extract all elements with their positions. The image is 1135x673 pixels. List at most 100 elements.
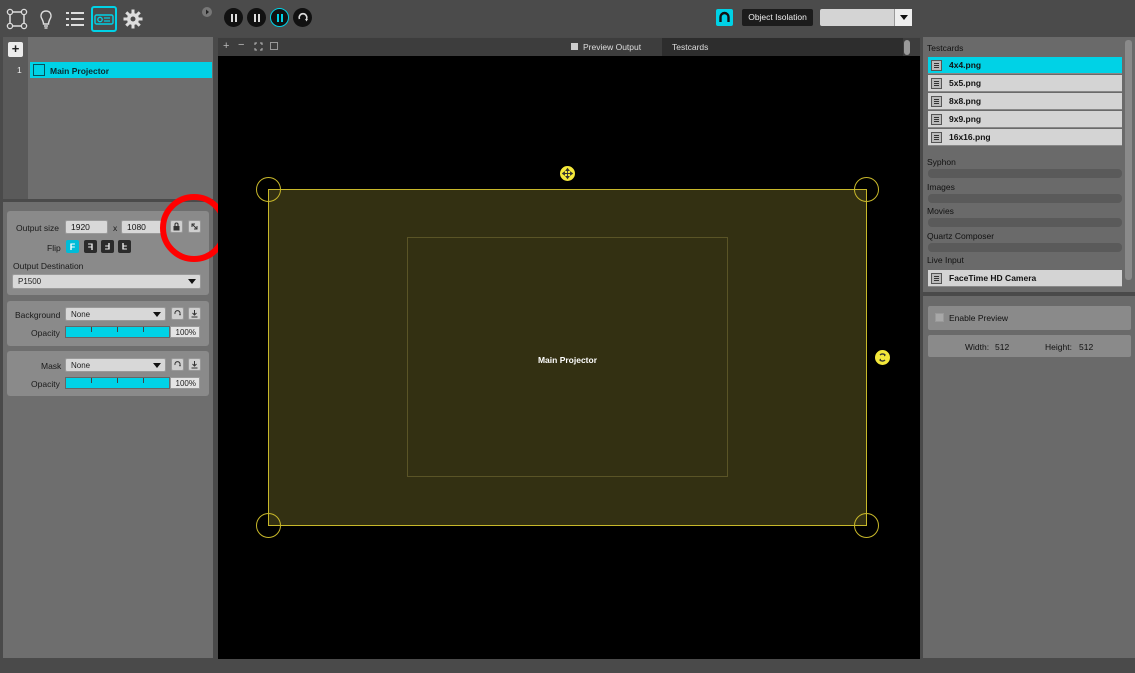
camera-source-icon xyxy=(931,273,942,284)
preview-width-value[interactable]: 512 xyxy=(995,342,1009,352)
syphon-empty-list xyxy=(928,169,1122,178)
pause-icon-active[interactable] xyxy=(270,8,289,27)
isolation-select[interactable] xyxy=(820,9,912,26)
corner-handle-top-left[interactable] xyxy=(256,177,281,202)
background-opacity-label: Opacity xyxy=(31,328,60,338)
surfaces-icon[interactable] xyxy=(4,6,30,32)
stage-header: + − Preview Output Testcards xyxy=(218,38,920,56)
background-label: Background xyxy=(15,310,61,320)
image-file-icon xyxy=(931,78,942,89)
chevron-down-icon[interactable] xyxy=(894,9,912,26)
mask-opacity-slider[interactable] xyxy=(65,377,170,389)
images-section-label: Images xyxy=(927,182,955,192)
image-file-icon xyxy=(931,132,942,143)
zoom-in-icon[interactable]: + xyxy=(223,40,229,52)
output-destination-value: P1500 xyxy=(18,277,42,286)
zoom-out-icon[interactable]: − xyxy=(238,39,244,51)
preview-width-label: Width: xyxy=(965,342,990,352)
output-destination-label: Output Destination xyxy=(13,261,84,271)
list-item-testcard[interactable]: 9x9.png xyxy=(928,111,1122,128)
pause-icon[interactable] xyxy=(224,8,243,27)
fit-icon[interactable] xyxy=(254,42,263,51)
chevron-down-icon xyxy=(153,312,161,317)
list-item-live-input[interactable]: FaceTime HD Camera xyxy=(928,270,1122,287)
live-input-section-label: Live Input xyxy=(927,255,964,265)
testcards-section-label: Testcards xyxy=(927,43,964,53)
list-item-testcard[interactable]: 8x8.png xyxy=(928,93,1122,110)
projector-icon[interactable] xyxy=(91,6,117,32)
quartz-section-label: Quartz Composer xyxy=(927,231,995,241)
projector-surface-label: Main Projector xyxy=(537,355,598,365)
mask-label: Mask xyxy=(41,361,62,371)
list-item-testcard[interactable]: 4x4.png xyxy=(928,57,1122,74)
background-select[interactable]: None xyxy=(65,307,166,321)
output-destination-select[interactable]: P1500 xyxy=(12,274,201,289)
rotate-handle-icon[interactable] xyxy=(875,350,890,365)
projector-index: 1 xyxy=(17,65,22,75)
output-height-input[interactable]: 1080 xyxy=(121,220,164,234)
flip-label: Flip xyxy=(47,243,61,253)
download-icon[interactable] xyxy=(188,358,201,371)
enable-preview-label: Enable Preview xyxy=(949,313,1009,323)
fullscreen-icon[interactable] xyxy=(270,42,278,50)
stage-canvas[interactable]: Main Projector xyxy=(218,56,920,659)
images-empty-list xyxy=(928,194,1122,203)
magnet-icon[interactable] xyxy=(716,9,733,26)
refresh-icon[interactable] xyxy=(293,8,312,27)
projector-name: Main Projector xyxy=(50,66,110,76)
corner-handle-top-right[interactable] xyxy=(854,177,879,202)
quartz-empty-list xyxy=(928,243,1122,252)
gear-icon[interactable] xyxy=(120,6,146,32)
movies-empty-list xyxy=(928,218,1122,227)
tab-testcards-label: Testcards xyxy=(672,42,709,52)
list-item-testcard[interactable]: 5x5.png xyxy=(928,75,1122,92)
sources-scrollbar[interactable] xyxy=(1125,40,1132,280)
chevron-down-icon xyxy=(153,363,161,368)
refresh-icon[interactable] xyxy=(171,307,184,320)
preview-size-row xyxy=(928,335,1131,357)
corner-handle-bottom-right[interactable] xyxy=(854,513,879,538)
preview-height-value[interactable]: 512 xyxy=(1079,342,1093,352)
stage-scrollbar[interactable] xyxy=(904,40,910,55)
refresh-icon[interactable] xyxy=(171,358,184,371)
pause-icon-2[interactable] xyxy=(247,8,266,27)
projector-color-swatch xyxy=(33,64,45,76)
object-isolation-button[interactable]: Object Isolation xyxy=(742,9,813,26)
download-icon[interactable] xyxy=(188,307,201,320)
mask-opacity-label: Opacity xyxy=(31,379,60,389)
background-opacity-slider[interactable] xyxy=(65,326,170,338)
image-file-icon xyxy=(931,60,942,71)
bulb-icon[interactable] xyxy=(33,6,59,32)
output-size-label: Output size xyxy=(16,223,59,233)
preview-output-checkbox[interactable] xyxy=(571,43,578,50)
mask-select[interactable]: None xyxy=(65,358,166,372)
preview-height-label: Height: xyxy=(1045,342,1072,352)
mask-opacity-value[interactable]: 100% xyxy=(170,377,200,389)
background-opacity-value[interactable]: 100% xyxy=(170,326,200,338)
mask-value: None xyxy=(71,361,91,370)
tab-testcards[interactable]: Testcards xyxy=(662,38,903,56)
background-value: None xyxy=(71,310,91,319)
projector-row-main[interactable]: Main Projector xyxy=(30,62,212,78)
movies-section-label: Movies xyxy=(927,206,954,216)
image-file-icon xyxy=(931,114,942,125)
top-toolbar: Object Isolation xyxy=(0,0,1135,37)
chevron-down-icon xyxy=(188,279,196,284)
collapse-arrow-icon[interactable] xyxy=(202,7,212,17)
corner-handle-bottom-left[interactable] xyxy=(256,513,281,538)
output-width-input[interactable]: 1920 xyxy=(65,220,108,234)
flip-horizontal-button[interactable]: F xyxy=(84,240,97,253)
syphon-section-label: Syphon xyxy=(927,157,956,167)
image-file-icon xyxy=(931,96,942,107)
enable-preview-checkbox[interactable] xyxy=(935,313,944,322)
flip-none-button[interactable]: F xyxy=(66,240,79,253)
move-handle-icon[interactable] xyxy=(560,166,575,181)
output-x-label: x xyxy=(113,223,118,233)
list-item-testcard[interactable]: 16x16.png xyxy=(928,129,1122,146)
preview-output-label[interactable]: Preview Output xyxy=(583,42,641,52)
flip-vertical-button[interactable]: F xyxy=(118,240,131,253)
list-icon[interactable] xyxy=(62,6,88,32)
projector-list-panel: + 1 Main Projector xyxy=(3,37,213,199)
add-projector-button[interactable]: + xyxy=(8,42,23,57)
flip-both-button[interactable]: F xyxy=(101,240,114,253)
